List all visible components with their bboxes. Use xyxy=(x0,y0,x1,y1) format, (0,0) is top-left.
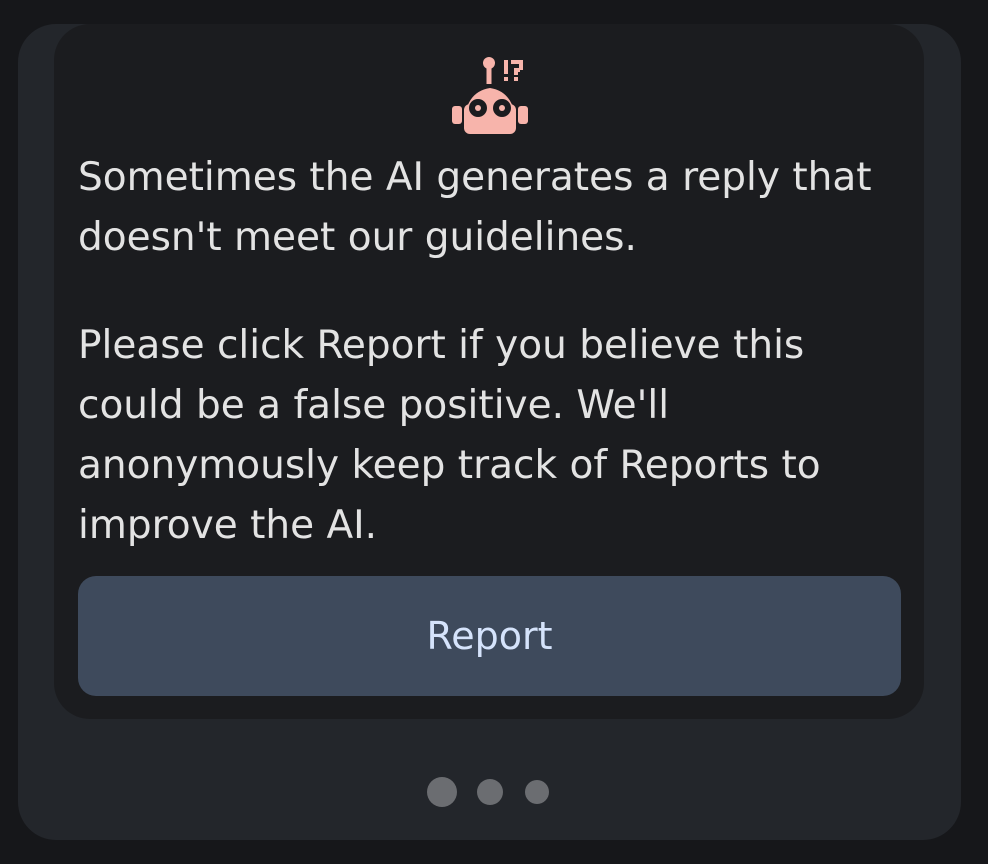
report-instructions: Please click Report if you believe this … xyxy=(78,323,821,548)
robot-alert-icon xyxy=(452,57,528,134)
page-dot-3[interactable] xyxy=(525,780,549,804)
filtered-reply-panel: Sometimes the AI generates a reply that … xyxy=(18,24,961,840)
page-dot-1[interactable] xyxy=(427,777,457,807)
filtered-reply-card: Sometimes the AI generates a reply that … xyxy=(54,24,924,719)
page-dot-2[interactable] xyxy=(477,779,503,805)
report-button[interactable]: Report xyxy=(78,576,901,696)
guidelines-message: Sometimes the AI generates a reply that … xyxy=(78,155,872,260)
